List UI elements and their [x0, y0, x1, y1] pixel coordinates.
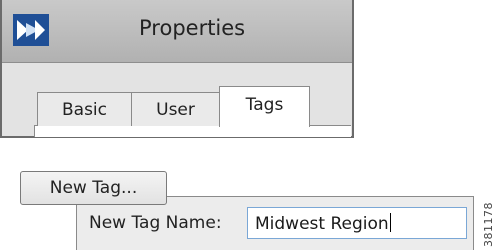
- tab-user[interactable]: User: [131, 92, 220, 126]
- new-tag-name-label: New Tag Name:: [89, 213, 222, 233]
- figure-id: 381178: [482, 202, 495, 247]
- new-tag-name-value: Midwest Region: [255, 214, 389, 234]
- tab-tags-label: Tags: [245, 95, 284, 115]
- text-caret: [389, 213, 391, 232]
- tab-basic-label: Basic: [61, 99, 107, 120]
- window-title: Properties: [139, 16, 246, 40]
- tab-tags[interactable]: Tags: [219, 86, 310, 127]
- app-logo-icon: [13, 14, 49, 46]
- new-tag-name-input[interactable]: Midwest Region: [247, 207, 467, 239]
- new-tag-button[interactable]: New Tag...: [20, 171, 167, 205]
- tab-basic[interactable]: Basic: [37, 92, 132, 126]
- new-tag-button-label: New Tag...: [49, 178, 138, 198]
- title-bar[interactable]: Properties: [2, 0, 352, 63]
- tab-user-label: User: [156, 99, 195, 120]
